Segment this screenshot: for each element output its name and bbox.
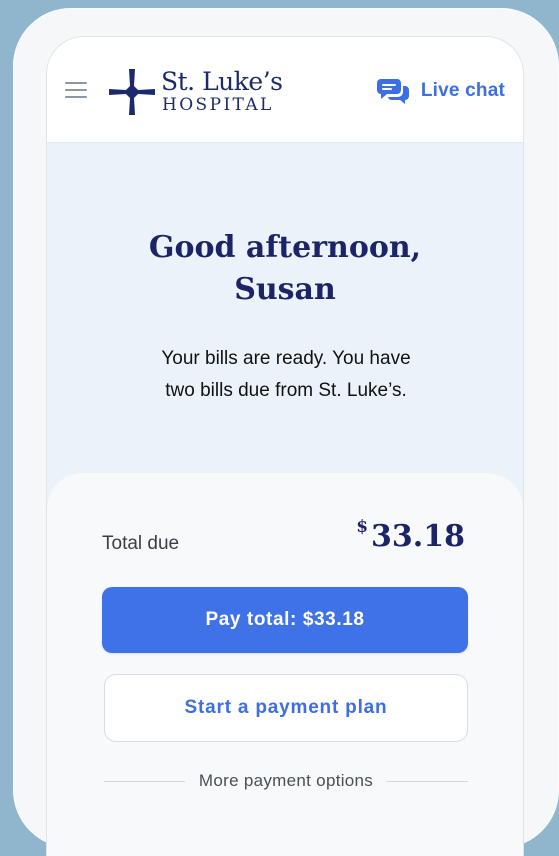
- app-screen: St. Luke’s HOSPITAL Live chat Good after…: [46, 36, 524, 856]
- live-chat-label: Live chat: [420, 80, 505, 101]
- top-navigation-bar: St. Luke’s HOSPITAL Live chat: [47, 37, 523, 143]
- amount-value: 33.18: [371, 519, 465, 554]
- message-line-2: two bills due from St. Luke’s.: [165, 380, 407, 401]
- more-payment-options-link[interactable]: More payment options: [185, 771, 387, 791]
- hamburger-menu-icon[interactable]: [65, 82, 87, 98]
- message-line-1: Your bills are ready. You have: [161, 348, 411, 369]
- bills-ready-message: Your bills are ready. You have two bills…: [107, 343, 465, 407]
- divider-line-left: [104, 780, 185, 782]
- total-due-label: Total due: [102, 533, 180, 554]
- live-chat-button[interactable]: Live chat: [376, 75, 505, 107]
- logo-name: St. Luke’s: [161, 67, 283, 96]
- greeting-line-2: Susan: [234, 272, 336, 307]
- logo-subtitle: HOSPITAL: [162, 95, 274, 115]
- chat-bubbles-icon: [376, 79, 409, 104]
- st-lukes-logo[interactable]: St. Luke’s HOSPITAL: [109, 67, 299, 117]
- start-payment-plan-button[interactable]: Start a payment plan: [104, 674, 468, 742]
- pay-total-button[interactable]: Pay total: $33.18: [102, 587, 468, 653]
- total-due-amount: $33.18: [356, 517, 465, 554]
- more-payment-options-divider: More payment options: [104, 769, 469, 793]
- currency-symbol: $: [356, 517, 369, 537]
- payment-card: Total due $33.18 Pay total: $33.18 Start…: [47, 473, 523, 856]
- cross-logo-icon: [109, 69, 155, 115]
- greeting-heading: Good afternoon, Susan: [47, 227, 523, 311]
- greeting-line-1: Good afternoon,: [148, 230, 422, 265]
- divider-line-right: [387, 780, 469, 782]
